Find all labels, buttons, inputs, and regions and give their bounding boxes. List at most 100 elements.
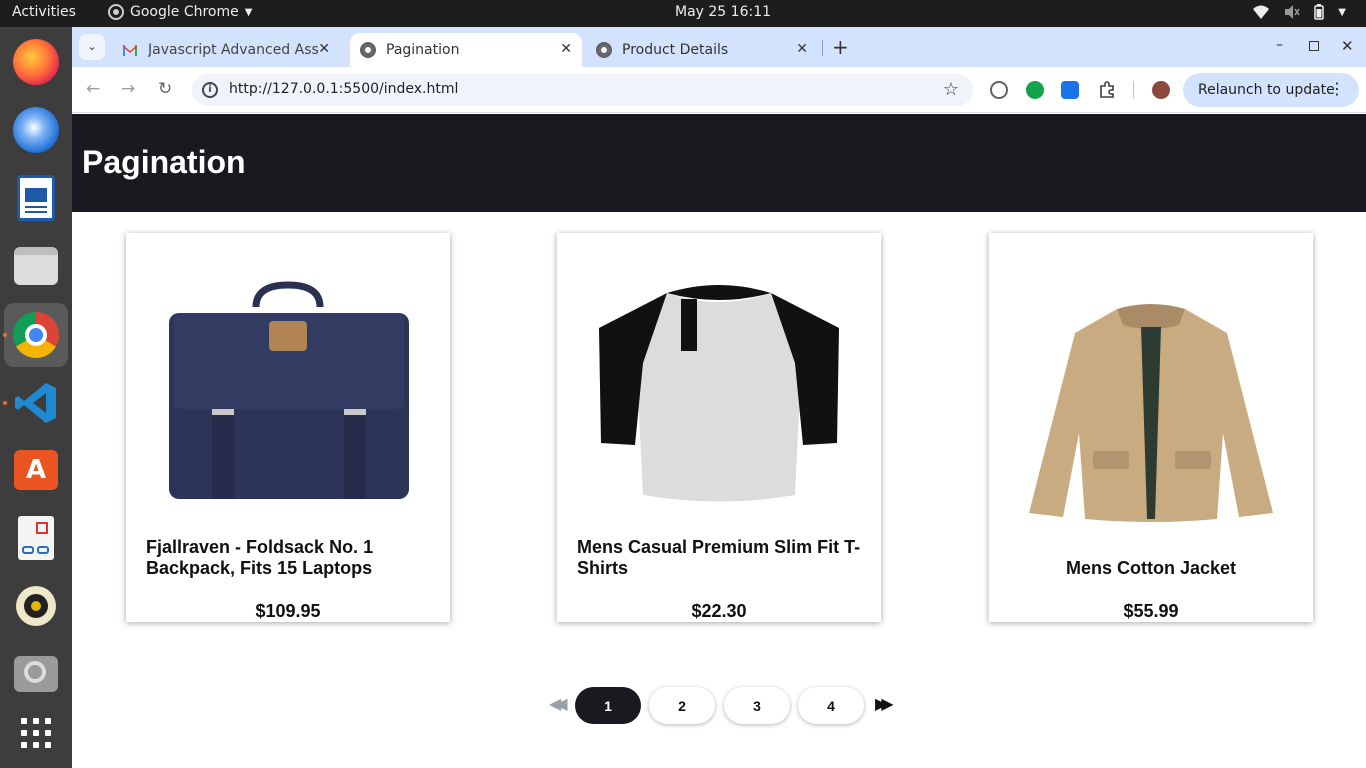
- dock-chrome[interactable]: [4, 303, 68, 367]
- system-tray[interactable]: ▼: [1252, 4, 1346, 20]
- volume-muted-icon: [1285, 5, 1300, 19]
- firefox-icon: [13, 39, 59, 85]
- web-page: Pagination Fjallraven - Foldsack No. 1 B…: [72, 114, 1366, 768]
- new-tab-icon[interactable]: +: [832, 35, 849, 59]
- chrome-icon: [13, 312, 59, 358]
- product-price: $55.99: [1123, 601, 1179, 621]
- dock: A: [0, 27, 72, 768]
- globe-icon: [596, 42, 612, 58]
- page-button-1[interactable]: 1: [575, 687, 641, 724]
- product-card[interactable]: Mens Cotton Jacket $55.99: [989, 233, 1313, 622]
- globe-icon: [360, 42, 376, 58]
- extension-fi-icon[interactable]: [1061, 81, 1079, 99]
- site-info-icon[interactable]: i: [202, 82, 218, 98]
- backpack-image: [169, 281, 409, 499]
- relaunch-to-update-button[interactable]: Relaunch to update ⋮: [1183, 73, 1359, 107]
- page-title: Pagination: [82, 144, 246, 180]
- product-price: $22.30: [691, 601, 747, 621]
- running-indicator: [3, 401, 7, 405]
- more-menu-icon[interactable]: ⋮: [1329, 79, 1345, 98]
- page-button-2[interactable]: 2: [649, 687, 715, 724]
- close-window-icon[interactable]: ✕: [1341, 37, 1354, 55]
- screenshot-icon: [14, 656, 58, 692]
- minimize-icon[interactable]: –: [1276, 37, 1283, 53]
- app-menu[interactable]: Google Chrome ▼: [108, 4, 252, 20]
- pagination: ◀◀ 1 2 3 4 ▶▶: [72, 687, 1366, 727]
- forward-icon[interactable]: →: [121, 79, 135, 99]
- extension-icon[interactable]: [990, 81, 1008, 99]
- files-icon: [14, 247, 58, 285]
- last-page-icon[interactable]: ▶▶: [875, 694, 893, 713]
- address-bar[interactable]: i http://127.0.0.1:5500/index.html ☆: [192, 74, 973, 106]
- page-button-3[interactable]: 3: [724, 687, 790, 724]
- wifi-icon: [1253, 5, 1270, 19]
- close-tab-icon[interactable]: ✕: [796, 41, 808, 57]
- chrome-small-icon: [108, 4, 124, 20]
- back-icon[interactable]: ←: [86, 79, 100, 99]
- product-name: Mens Casual Premium Slim Fit T-Shirts: [577, 537, 861, 578]
- dock-app-center[interactable]: A: [4, 438, 68, 502]
- grammarly-icon[interactable]: [1026, 81, 1044, 99]
- product-card[interactable]: Fjallraven - Foldsack No. 1 Backpack, Fi…: [126, 233, 450, 622]
- activities-button[interactable]: Activities: [12, 4, 76, 20]
- browser-toolbar: ← → ↻ i http://127.0.0.1:5500/index.html…: [72, 67, 1366, 113]
- dock-files[interactable]: [4, 234, 68, 298]
- tshirt-image: [599, 285, 839, 502]
- tab-strip: ⌄ Javascript Advanced Ass ✕ Pagination ✕…: [72, 27, 1366, 67]
- bookmark-star-icon[interactable]: ☆: [943, 79, 959, 100]
- tab-pagination[interactable]: Pagination ✕: [350, 33, 582, 67]
- thunderbird-icon: [13, 107, 59, 153]
- close-tab-icon[interactable]: ✕: [560, 41, 572, 57]
- relaunch-label: Relaunch to update: [1198, 82, 1335, 98]
- page-button-4[interactable]: 4: [798, 687, 864, 724]
- reload-icon[interactable]: ↻: [158, 79, 172, 99]
- chrome-window: ⌄ Javascript Advanced Ass ✕ Pagination ✕…: [72, 27, 1366, 768]
- battery-icon: [1314, 4, 1325, 20]
- app-menu-label: Google Chrome: [130, 4, 239, 20]
- tab-gmail[interactable]: Javascript Advanced Ass ✕: [112, 33, 340, 67]
- tab-title: Pagination: [386, 42, 460, 58]
- product-card[interactable]: Mens Casual Premium Slim Fit T-Shirts $2…: [557, 233, 881, 622]
- running-indicator: [3, 333, 7, 337]
- dock-screenshot[interactable]: [4, 642, 68, 706]
- jacket-image: [1029, 304, 1273, 522]
- restore-icon[interactable]: [1309, 41, 1319, 51]
- profile-avatar[interactable]: [1152, 81, 1170, 99]
- product-price: $109.95: [255, 601, 321, 621]
- first-page-icon[interactable]: ◀◀: [549, 694, 567, 713]
- document-viewer-icon: [18, 516, 54, 560]
- tab-product-details[interactable]: Product Details ✕: [586, 33, 818, 67]
- dock-firefox[interactable]: [4, 30, 68, 94]
- tab-title: Product Details: [622, 42, 729, 58]
- caret-down-icon: ▼: [244, 6, 253, 18]
- system-top-bar: Activities Google Chrome ▼ May 25 16:11 …: [0, 0, 1366, 27]
- product-image[interactable]: [126, 233, 450, 533]
- writer-icon: [17, 175, 55, 221]
- extensions-puzzle-icon[interactable]: [1098, 81, 1116, 99]
- clock[interactable]: May 25 16:11: [675, 4, 771, 20]
- gmail-icon: [123, 45, 137, 56]
- tab-title: Javascript Advanced Ass: [148, 42, 318, 58]
- dock-writer[interactable]: [4, 166, 68, 230]
- page-header: Pagination: [72, 114, 1366, 212]
- close-tab-icon[interactable]: ✕: [318, 41, 330, 57]
- toolbar-divider: [1133, 81, 1134, 99]
- rhythmbox-icon: [16, 586, 56, 626]
- dock-thunderbird[interactable]: [4, 98, 68, 162]
- app-center-icon: A: [14, 450, 58, 490]
- dock-show-apps[interactable]: [4, 701, 68, 765]
- chevron-down-icon: ⌄: [87, 40, 97, 53]
- dock-document-viewer[interactable]: [4, 506, 68, 570]
- product-image[interactable]: [989, 233, 1313, 533]
- tab-separator: [822, 40, 823, 56]
- show-apps-icon: [21, 718, 51, 748]
- tab-search-button[interactable]: ⌄: [79, 34, 105, 60]
- product-name: Mens Cotton Jacket: [1065, 558, 1237, 578]
- product-image[interactable]: [557, 233, 881, 533]
- product-name: Fjallraven - Foldsack No. 1 Backpack, Fi…: [146, 537, 374, 578]
- dock-rhythmbox[interactable]: [4, 574, 68, 638]
- power-menu-caret-icon: ▼: [1338, 6, 1346, 18]
- url-text[interactable]: http://127.0.0.1:5500/index.html: [229, 81, 458, 97]
- dock-vscode[interactable]: [4, 371, 68, 435]
- vscode-icon: [15, 383, 56, 423]
